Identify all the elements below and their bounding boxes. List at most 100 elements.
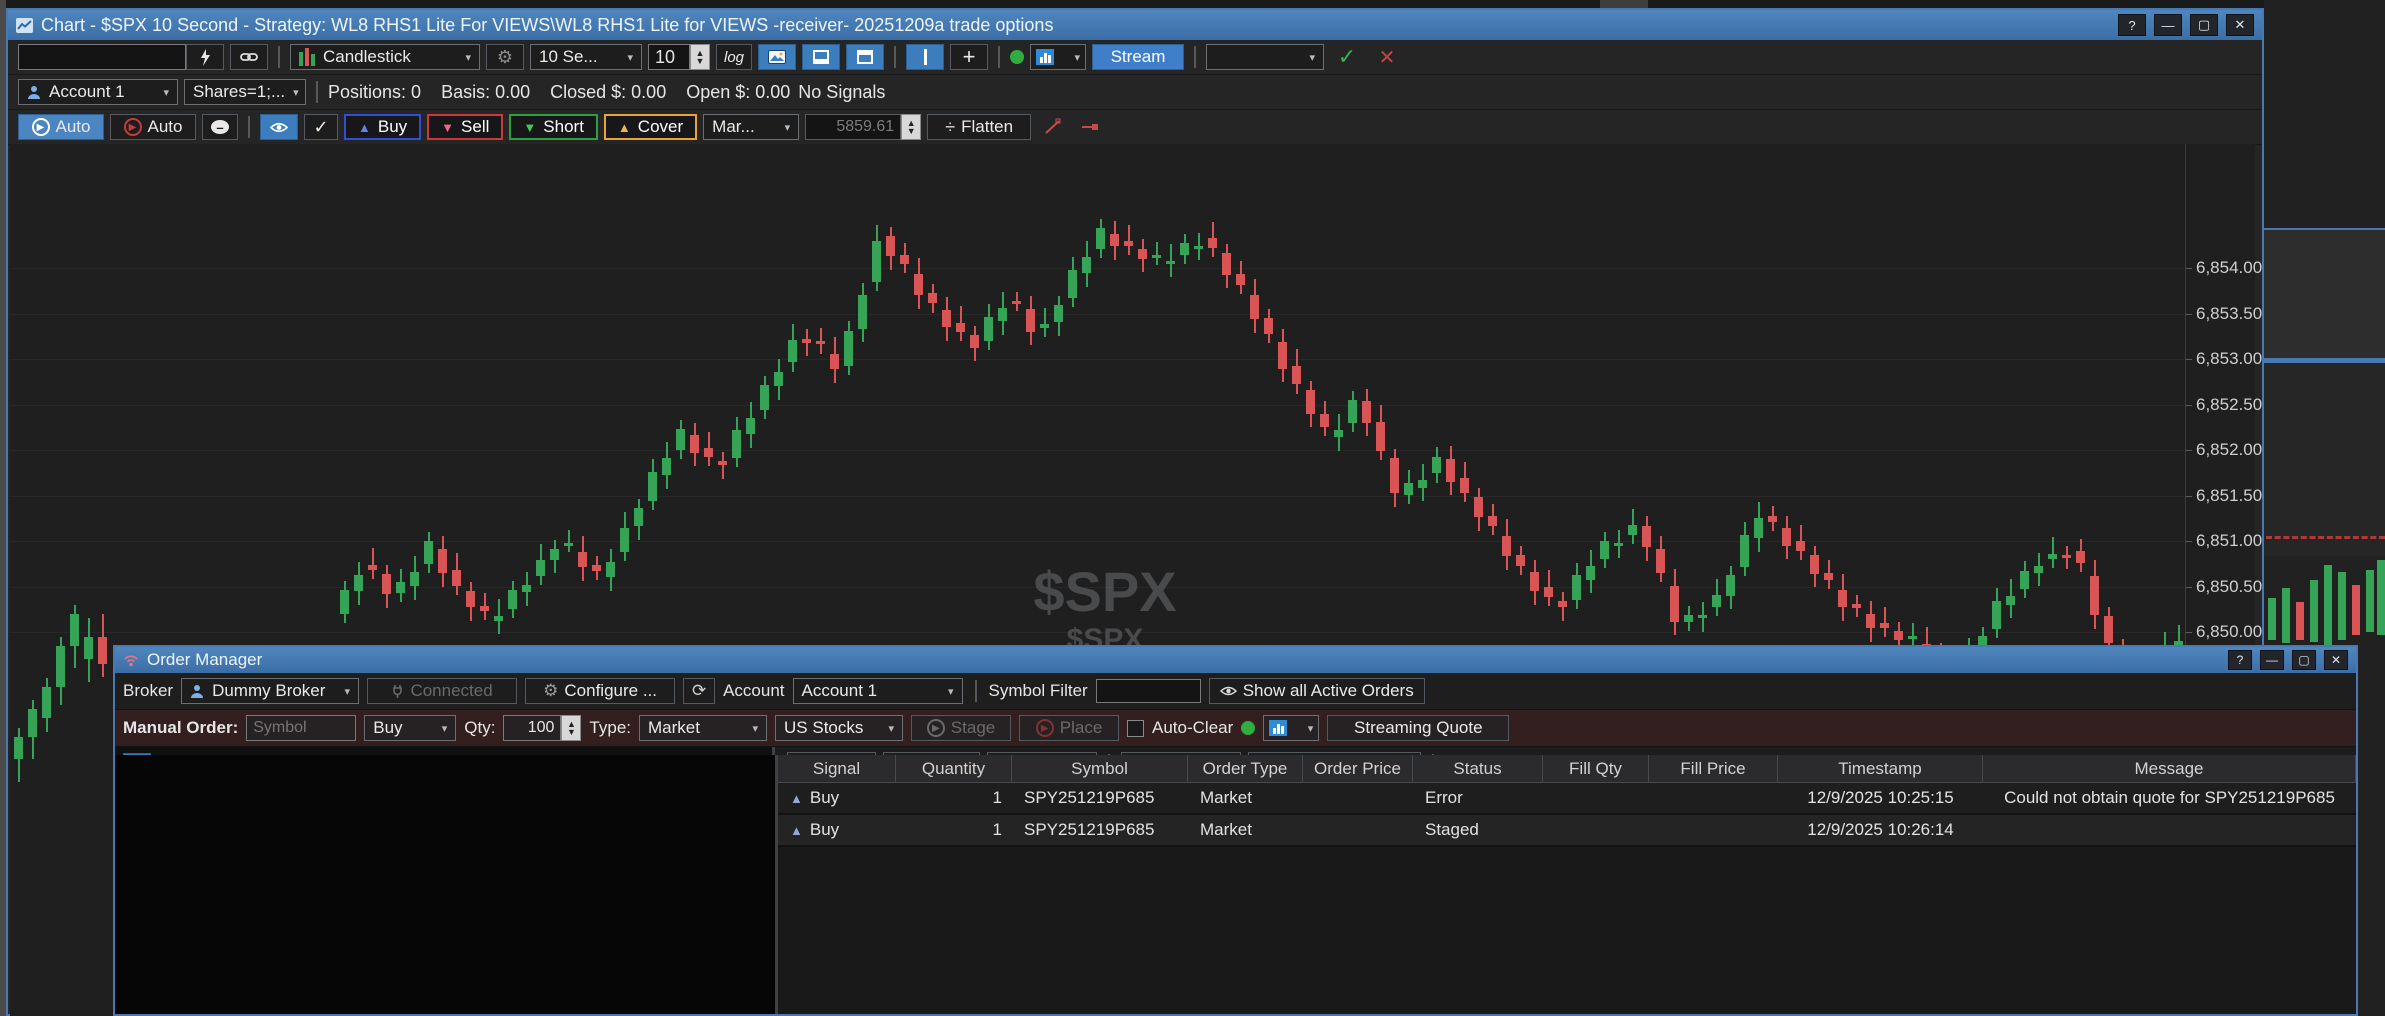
order-row[interactable]: ▲Buy1SPY251219P685MarketStaged12/9/2025 … (778, 815, 2356, 847)
quick-symbol-bolt-button[interactable] (186, 44, 224, 70)
column-header[interactable]: Fill Qty (1543, 755, 1649, 783)
order-manager-window: Order Manager ? — ▢ ✕ Broker Dummy Broke… (113, 645, 2358, 1016)
auto-trade-button[interactable]: ▶ Auto (110, 114, 196, 140)
bar-scale-input[interactable] (648, 44, 690, 70)
log-scale-button[interactable]: log (716, 44, 752, 70)
order-manager-titlebar[interactable]: Order Manager ? — ▢ ✕ (115, 647, 2356, 673)
column-header[interactable]: Symbol (1012, 755, 1188, 783)
connected-button[interactable]: Connected (367, 678, 517, 704)
bar-scale-spin-buttons[interactable]: ▲▼ (690, 44, 710, 70)
chart-maximize-button[interactable]: ▢ (2190, 14, 2218, 36)
broker-dropdown[interactable]: Dummy Broker▾ (181, 678, 359, 704)
column-header[interactable]: Quantity (896, 755, 1012, 783)
om-help-button[interactable]: ? (2228, 650, 2252, 670)
qty-spin-buttons[interactable]: ▲▼ (561, 715, 581, 741)
flatten-button[interactable]: ÷ Flatten (927, 114, 1031, 140)
price-axis-label: 6,850.00 (2196, 622, 2262, 642)
bar-scale-spinner[interactable]: ▲▼ (648, 44, 710, 70)
market-dropdown[interactable]: US Stocks▾ (775, 715, 903, 741)
buy-button[interactable]: ▲Buy (344, 114, 421, 140)
panel-top-toggle-button[interactable] (846, 44, 884, 70)
manual-place-button[interactable]: ▶ Place (1019, 715, 1119, 741)
om-close-button[interactable]: ✕ (2324, 650, 2348, 670)
discard-x-button[interactable]: ✕ (1370, 44, 1404, 70)
save-image-button[interactable] (758, 44, 796, 70)
qty-spinner[interactable]: ▲▼ (503, 715, 581, 741)
column-header[interactable]: Fill Price (1649, 755, 1778, 783)
quote-source-dropdown[interactable]: ▾ (1263, 715, 1319, 741)
background-candle (2282, 588, 2290, 643)
add-drawing-button[interactable]: + (950, 44, 988, 70)
manual-symbol-input[interactable] (246, 715, 356, 741)
column-header[interactable]: Message (1983, 755, 2356, 783)
broker-row: Broker Dummy Broker▾ Connected ⚙ Configu… (115, 673, 2356, 710)
order-type-dropdown[interactable]: Mar...▾ (703, 114, 799, 140)
bar-interval-dropdown[interactable]: 10 Se...▾ (530, 44, 642, 70)
manual-order-row: Manual Order: Buy▾ Qty: ▲▼ Type: Market▾… (115, 710, 2356, 747)
show-all-active-orders-button[interactable]: Show all Active Orders (1209, 678, 1425, 704)
manual-side-dropdown[interactable]: Buy▾ (364, 715, 456, 741)
stream-button[interactable]: Stream (1092, 44, 1184, 70)
horizontal-line-tool-button[interactable] (1075, 114, 1107, 140)
cell-order-type: Market (1188, 783, 1303, 813)
configure-button[interactable]: ⚙ Configure ... (525, 678, 675, 704)
axis-tick (2186, 496, 2192, 497)
price-axis-label: 6,850.50 (2196, 577, 2262, 597)
symbol-filter-input[interactable] (1096, 679, 1201, 703)
position-sizing-dropdown[interactable]: Shares=1;...▾ (184, 79, 306, 105)
clear-signals-button[interactable]: – (202, 114, 238, 140)
om-minimize-button[interactable]: — (2260, 650, 2284, 670)
column-header[interactable]: Order Type (1188, 755, 1303, 783)
chart-style-dropdown[interactable]: Candlestick▾ (290, 44, 480, 70)
short-button[interactable]: ▼Short (509, 114, 598, 140)
stream-source-dropdown[interactable]: ▾ (1030, 44, 1086, 70)
stage-button[interactable]: ▶ Stage (911, 715, 1011, 741)
link-window-button[interactable] (230, 44, 268, 70)
qty-input[interactable] (503, 715, 561, 741)
chart-titlebar[interactable]: Chart - $SPX 10 Second - Strategy: WL8 R… (8, 10, 2262, 40)
streaming-quote-button[interactable]: Streaming Quote (1327, 715, 1509, 741)
linked-strategy-dropdown[interactable]: ▾ (1206, 44, 1324, 70)
column-header[interactable]: Order Price (1303, 755, 1413, 783)
order-row[interactable]: ▲Buy1SPY251219P685MarketError12/9/2025 1… (778, 783, 2356, 815)
column-header[interactable]: Timestamp (1778, 755, 1983, 783)
column-header[interactable]: Signal (778, 755, 896, 783)
account-dropdown[interactable]: Account 1▾ (18, 79, 178, 105)
sell-button[interactable]: ▼Sell (427, 114, 503, 140)
limit-price-spinner[interactable]: ▲▼ (805, 114, 921, 140)
chart-help-button[interactable]: ? (2118, 14, 2146, 36)
chart-symbol-input[interactable] (18, 44, 186, 70)
auto-clear-checkbox[interactable] (1127, 720, 1144, 737)
background-candle (2352, 585, 2360, 635)
axis-tick (2186, 314, 2192, 315)
style-settings-gear-button[interactable]: ⚙ (486, 44, 524, 70)
account-stat: Positions: 0 (328, 82, 421, 103)
column-header[interactable]: Status (1413, 755, 1543, 783)
confirm-orders-check-button[interactable]: ✓ (304, 114, 338, 140)
auto-stream-trade-button[interactable]: ▶ Auto (18, 114, 104, 140)
panel-bottom-toggle-button[interactable] (802, 44, 840, 70)
cell-symbol: SPY251219P685 (1012, 783, 1188, 813)
cell-signal: ▲Buy (778, 815, 896, 845)
om-maximize-button[interactable]: ▢ (2292, 650, 2316, 670)
broker-label: Broker (123, 681, 173, 701)
axis-tick (2186, 541, 2192, 542)
limit-price-spin-buttons[interactable]: ▲▼ (901, 114, 921, 140)
manual-type-dropdown[interactable]: Market▾ (639, 715, 767, 741)
cover-button[interactable]: ▲Cover (604, 114, 697, 140)
om-account-dropdown[interactable]: Account 1▾ (793, 678, 963, 704)
limit-price-input[interactable] (805, 114, 901, 140)
chart-toolbar-main: Candlestick▾ ⚙ 10 Se...▾ ▲▼ log + ▾ Stre… (8, 40, 2262, 75)
show-orders-eye-button[interactable] (260, 114, 298, 140)
apply-check-button[interactable]: ✓ (1330, 44, 1364, 70)
desktop-top-strip (6, 0, 2385, 8)
broker-person-icon (190, 684, 204, 698)
chart-minimize-button[interactable]: — (2154, 14, 2182, 36)
strategy-list-panel[interactable] (115, 755, 778, 1014)
cursor-line-button[interactable] (906, 44, 944, 70)
candlestick-icon (299, 48, 315, 66)
trendline-tool-button[interactable] (1037, 114, 1069, 140)
orders-table[interactable]: SignalQuantitySymbolOrder TypeOrder Pric… (778, 755, 2356, 1014)
chart-close-button[interactable]: ✕ (2226, 14, 2254, 36)
refresh-accounts-button[interactable]: ⟳ (683, 678, 715, 704)
